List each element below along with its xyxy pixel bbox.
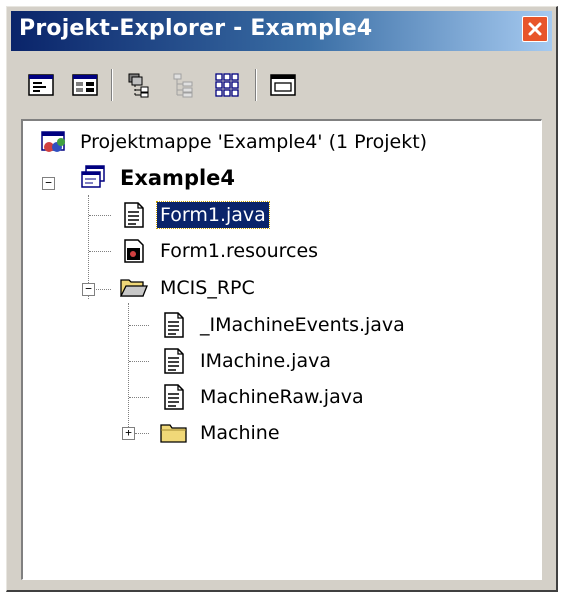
imachine-label: IMachine.java	[200, 350, 331, 372]
machineraw-label: MachineRaw.java	[200, 386, 364, 408]
open-folder-icon	[119, 273, 149, 303]
show-all-files-icon	[128, 73, 149, 98]
tree-connector	[128, 303, 129, 433]
view-code-button[interactable]	[23, 69, 59, 101]
tree-hierarchy-icon	[173, 73, 193, 98]
tree-item-form1-resources[interactable]: Form1.resources	[119, 234, 321, 268]
toolbar-separator	[255, 69, 257, 101]
tree-item-machineraw[interactable]: MachineRaw.java	[159, 380, 367, 414]
tree-item-mcis-rpc[interactable]: MCIS_RPC	[119, 271, 258, 305]
java-file-icon	[159, 382, 189, 412]
view-object-button[interactable]	[67, 69, 103, 101]
solution-icon	[39, 127, 69, 157]
toolbar-separator	[111, 69, 113, 101]
java-file-icon	[159, 310, 189, 340]
machine-label: Machine	[200, 422, 280, 444]
imachineevents-label: _IMachineEvents.java	[200, 314, 405, 336]
project-collapse-toggle[interactable]: −	[42, 177, 55, 190]
java-file-icon	[159, 346, 189, 376]
java-file-icon	[119, 200, 149, 230]
properties-button[interactable]	[265, 69, 301, 101]
project-explorer-window: Projekt-Explorer - Example4 − − + Projek…	[6, 6, 558, 592]
tree-connector	[89, 215, 111, 216]
hierarchy-button[interactable]	[165, 69, 201, 101]
view-designer-icon	[72, 74, 98, 96]
folder-icon	[159, 418, 189, 448]
toolbar	[11, 57, 552, 113]
tree-connector	[93, 289, 111, 290]
form1-java-label: Form1.java	[156, 201, 270, 229]
grid-icon	[215, 73, 239, 97]
window-icon	[270, 74, 296, 96]
mcis-rpc-label: MCIS_RPC	[160, 277, 255, 299]
view-code-icon	[28, 74, 54, 96]
title-bar[interactable]: Projekt-Explorer - Example4	[11, 11, 552, 51]
tree-item-solution[interactable]: Projektmappe 'Example4' (1 Projekt)	[39, 125, 430, 159]
tree-item-machine[interactable]: Machine	[159, 416, 283, 450]
project-icon	[79, 163, 109, 193]
tree-connector	[129, 325, 149, 326]
tree-item-imachine[interactable]: IMachine.java	[159, 344, 334, 378]
tree-item-imachineevents[interactable]: _IMachineEvents.java	[159, 308, 408, 342]
form1-resources-label: Form1.resources	[160, 240, 319, 262]
close-x-icon	[528, 22, 542, 36]
close-button[interactable]	[522, 16, 548, 42]
machine-expand-toggle[interactable]: +	[122, 427, 135, 440]
tree-connector	[129, 397, 149, 398]
tree-connector	[89, 251, 111, 252]
window-title: Projekt-Explorer - Example4	[19, 16, 373, 41]
project-label: Example4	[120, 166, 236, 190]
class-view-button[interactable]	[209, 69, 245, 101]
resource-file-icon	[119, 236, 149, 266]
tree-item-form1-java[interactable]: Form1.java	[119, 198, 270, 232]
project-tree[interactable]: − − + Projektmappe 'Example4' (1 Projekt…	[21, 119, 542, 580]
tree-connector	[129, 361, 149, 362]
tree-item-project[interactable]: Example4	[79, 161, 238, 195]
show-all-files-button[interactable]	[121, 69, 157, 101]
tree-connector	[135, 433, 149, 434]
solution-label: Projektmappe 'Example4' (1 Projekt)	[80, 131, 428, 153]
mcis-rpc-collapse-toggle[interactable]: −	[82, 283, 95, 296]
